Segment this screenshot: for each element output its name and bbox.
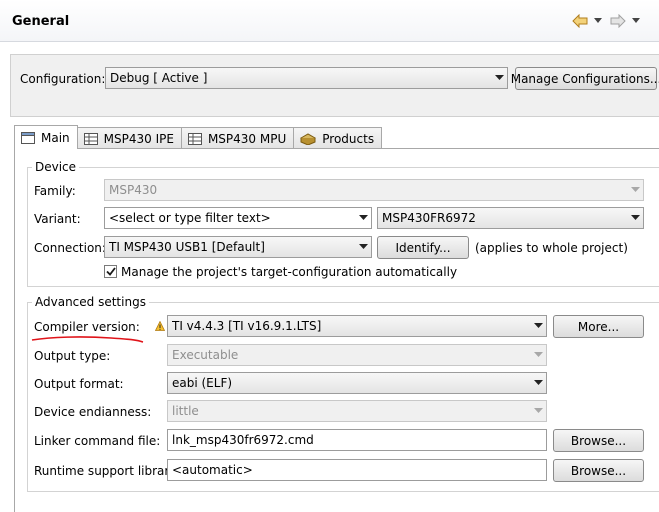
tab-bar: Main MSP430 IPE MSP430 MPU Products <box>14 125 383 149</box>
family-select[interactable]: MSP430 <box>104 179 644 201</box>
connection-label: Connection: <box>34 241 106 255</box>
linker-command-file-value: lnk_msp430fr6972.cmd <box>172 433 314 447</box>
chevron-down-icon <box>355 208 371 228</box>
tab-msp430-mpu[interactable]: MSP430 MPU <box>180 127 295 149</box>
runtime-support-library-input[interactable]: <automatic> <box>167 459 547 481</box>
connection-select[interactable]: TI MSP430 USB1 [Default] <box>104 236 372 258</box>
chevron-down-icon <box>355 237 371 257</box>
tab-msp430-ipe-label: MSP430 IPE <box>103 131 174 146</box>
chevron-down-icon <box>627 180 643 200</box>
family-value: MSP430 <box>109 183 158 197</box>
tab-main[interactable]: Main <box>14 125 78 149</box>
configuration-select[interactable]: Debug [ Active ] <box>105 67 508 89</box>
connection-value: TI MSP430 USB1 [Default] <box>109 240 265 254</box>
output-format-label: Output format: <box>34 377 124 391</box>
chevron-down-icon <box>530 401 546 421</box>
chevron-down-icon <box>530 373 546 393</box>
chevron-down-icon[interactable] <box>594 12 602 30</box>
main-tab-icon <box>21 131 35 144</box>
device-endianness-value: little <box>172 404 199 418</box>
tab-products-label: Products <box>322 131 375 146</box>
warning-icon <box>154 320 166 334</box>
configuration-value: Debug [ Active ] <box>110 71 208 85</box>
page-title: General <box>12 14 70 29</box>
chevron-down-icon <box>627 208 643 228</box>
compiler-version-select[interactable]: TI v4.4.3 [TI v16.9.1.LTS] <box>167 315 547 337</box>
runtime-browse-button[interactable]: Browse... <box>553 459 644 482</box>
back-arrow-icon[interactable] <box>572 12 588 30</box>
variant-label: Variant: <box>34 212 81 226</box>
chevron-down-icon <box>491 68 507 88</box>
output-type-value: Executable <box>172 348 239 362</box>
manage-configurations-button[interactable]: Manage Configurations... <box>511 67 659 90</box>
runtime-support-library-label: Runtime support library: <box>34 464 180 478</box>
variant-value: MSP430FR6972 <box>382 211 476 225</box>
variant-select[interactable]: MSP430FR6972 <box>377 207 644 229</box>
advanced-settings-title: Advanced settings <box>32 295 149 309</box>
linker-browse-button[interactable]: Browse... <box>553 429 644 452</box>
variant-filter-input[interactable]: <select or type filter text> <box>104 207 372 229</box>
identify-note: (applies to whole project) <box>475 241 628 255</box>
output-type-label: Output type: <box>34 349 111 363</box>
chevron-down-icon <box>530 316 546 336</box>
table-icon <box>187 132 202 145</box>
chevron-down-icon[interactable] <box>632 12 640 30</box>
more-button[interactable]: More... <box>553 315 644 338</box>
device-endianness-select[interactable]: little <box>167 400 547 422</box>
tab-main-label: Main <box>41 130 70 145</box>
forward-arrow-icon[interactable] <box>610 12 626 30</box>
checkmark-icon <box>105 267 116 276</box>
linker-command-file-label: Linker command file: <box>34 434 161 448</box>
runtime-support-library-value: <automatic> <box>172 463 253 477</box>
linker-command-file-input[interactable]: lnk_msp430fr6972.cmd <box>167 429 547 451</box>
compiler-version-label: Compiler version: <box>34 320 140 334</box>
manage-target-config-checkbox[interactable] <box>104 265 117 278</box>
page-header <box>0 0 659 42</box>
tab-msp430-ipe[interactable]: MSP430 IPE <box>76 127 182 149</box>
chevron-down-icon <box>530 345 546 365</box>
tab-msp430-mpu-label: MSP430 MPU <box>207 131 287 146</box>
family-label: Family: <box>34 184 76 198</box>
tab-products[interactable]: Products <box>293 127 383 149</box>
compiler-version-value: TI v4.4.3 [TI v16.9.1.LTS] <box>172 319 322 333</box>
products-icon <box>300 132 317 145</box>
output-type-select[interactable]: Executable <box>167 344 547 366</box>
output-format-select[interactable]: eabi (ELF) <box>167 372 547 394</box>
device-endianness-label: Device endianness: <box>34 405 152 419</box>
identify-button[interactable]: Identify... <box>377 236 469 259</box>
red-underline-annotation <box>31 336 144 343</box>
manage-target-config-label: Manage the project's target-configuratio… <box>121 265 458 279</box>
output-format-value: eabi (ELF) <box>172 376 233 390</box>
variant-filter-text: <select or type filter text> <box>109 211 271 225</box>
table-icon <box>83 132 98 145</box>
configuration-label: Configuration: <box>20 72 106 86</box>
device-group-title: Device <box>32 160 80 174</box>
